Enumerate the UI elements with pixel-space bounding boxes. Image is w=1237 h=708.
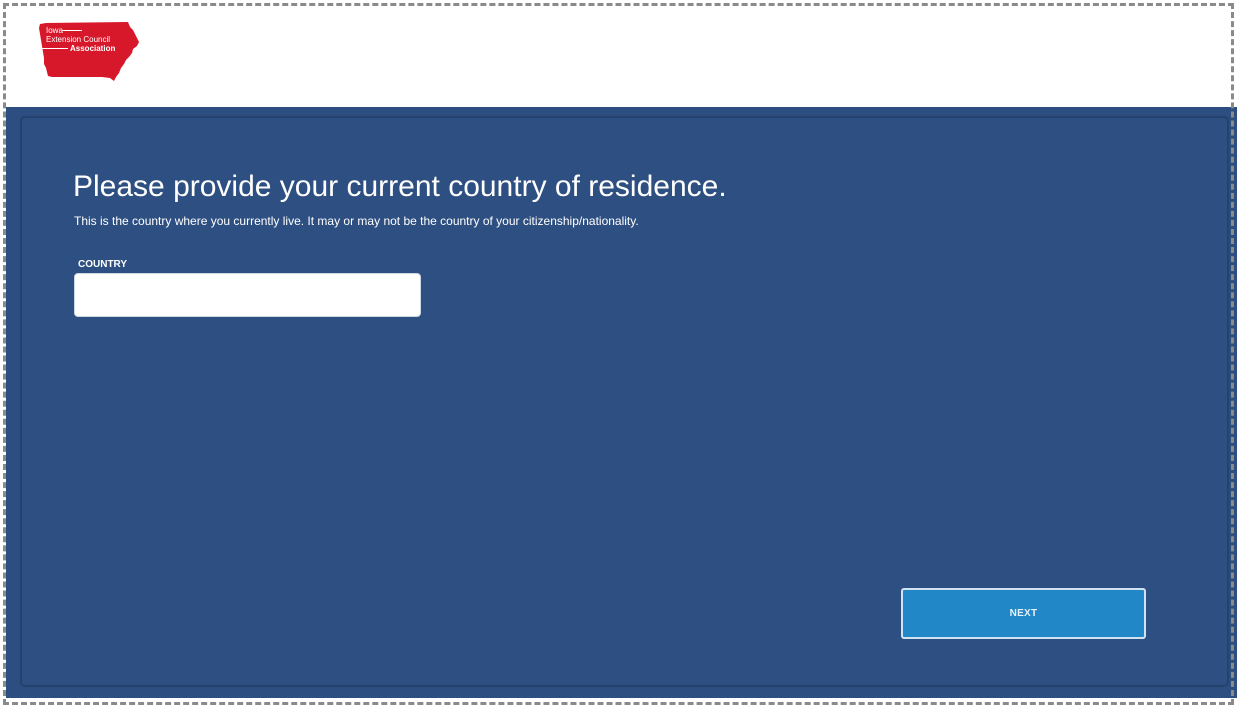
logo-divider <box>42 48 68 49</box>
logo-text-line-2: Extension Council <box>46 35 111 44</box>
next-button[interactable]: NEXT <box>901 588 1146 639</box>
country-input[interactable] <box>74 273 421 317</box>
logo-text-line-1: Iowa <box>46 26 63 35</box>
page-title: Please provide your current country of r… <box>73 170 727 203</box>
page-header: Iowa Extension Council Association <box>0 0 1237 107</box>
logo-divider <box>62 30 82 31</box>
logo-text-line-3: Association <box>70 44 116 53</box>
country-field-label: COUNTRY <box>78 259 128 270</box>
iowa-extension-council-logo: Iowa Extension Council Association <box>36 18 140 84</box>
page-subtitle: This is the country where you currently … <box>74 214 639 228</box>
form-panel: Please provide your current country of r… <box>21 117 1228 686</box>
